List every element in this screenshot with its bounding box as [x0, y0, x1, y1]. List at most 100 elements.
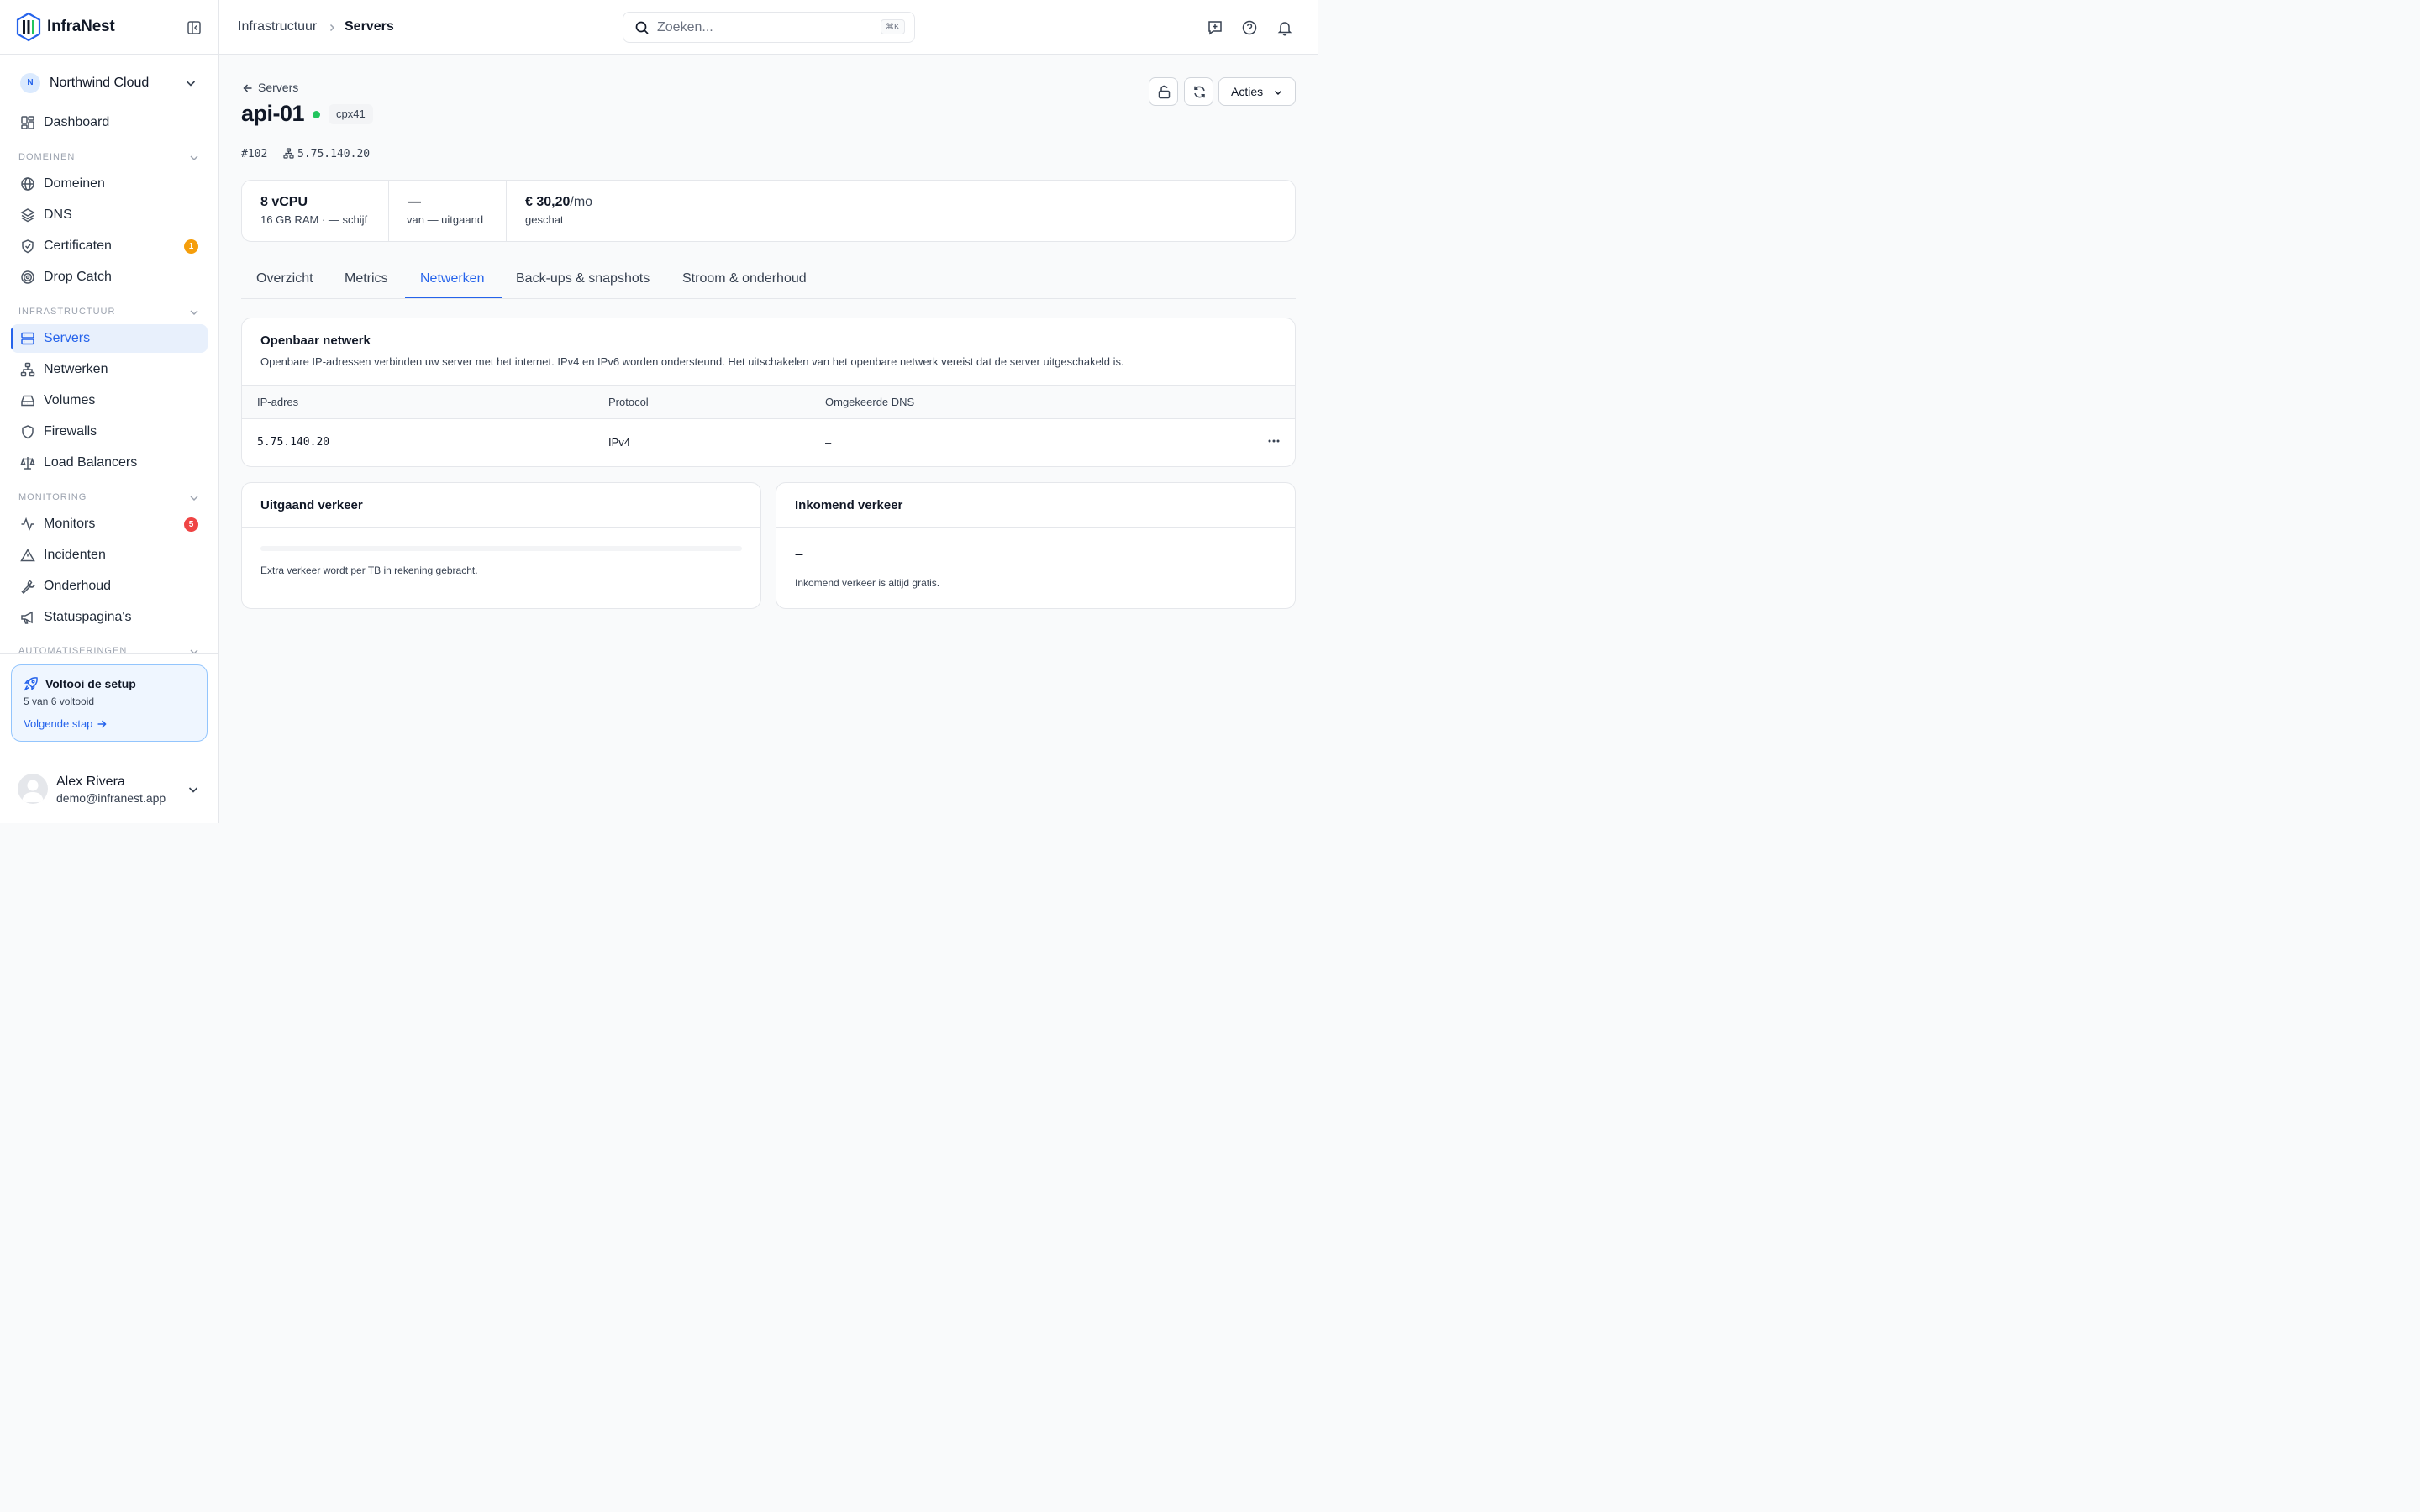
alert-triangle-icon — [20, 548, 35, 563]
sidebar-item-label: Drop Catch — [44, 270, 112, 284]
section-title: DOMEINEN — [18, 152, 76, 162]
tab-netwerken[interactable]: Netwerken — [420, 271, 484, 286]
section-header-domeinen[interactable]: DOMEINEN — [18, 152, 203, 162]
avatar — [18, 774, 48, 804]
chevron-down-icon — [188, 152, 200, 164]
tab-stroom-onderhoud[interactable]: Stroom & onderhoud — [682, 271, 807, 286]
scale-icon — [20, 455, 35, 470]
traffic-note: Extra verkeer wordt per TB in rekening g… — [260, 564, 478, 576]
more-horizontal-icon[interactable] — [1267, 434, 1281, 448]
sidebar-item-load-balancers[interactable]: Load Balancers — [11, 449, 208, 477]
stat-traffic: — van — uitgaand — [389, 181, 507, 241]
shield-icon — [20, 424, 35, 439]
unlock-icon — [1158, 85, 1171, 99]
card-description: Openbare IP-adressen verbinden uw server… — [260, 355, 1124, 368]
user-name: Alex Rivera — [56, 774, 125, 789]
setup-title: Voltooi de setup — [45, 677, 136, 690]
sidebar-item-dashboard[interactable]: Dashboard — [11, 108, 208, 137]
section-title: AUTOMATISERINGEN — [18, 646, 128, 653]
card-title: Uitgaand verkeer — [260, 498, 363, 512]
sidebar-item-label: Netwerken — [44, 362, 108, 376]
server-icon — [20, 331, 35, 346]
sidebar-item-drop-catch[interactable]: Drop Catch — [11, 263, 208, 291]
breadcrumb-servers: Servers — [345, 19, 394, 34]
activity-icon — [20, 517, 35, 532]
sidebar-item-servers[interactable]: Servers — [11, 324, 208, 353]
app-name: InfraNest — [47, 18, 115, 35]
megaphone-icon — [20, 610, 35, 625]
stat-sub: 16 GB RAM · — schijf — [260, 213, 368, 226]
sidebar-item-label: Incidenten — [44, 548, 106, 562]
user-menu[interactable]: Alex Rivera demo@infranest.app — [0, 753, 218, 823]
target-icon — [20, 270, 35, 285]
search-input[interactable]: Zoeken... ⌘K — [623, 12, 915, 43]
sidebar-item-incidenten[interactable]: Incidenten — [11, 541, 208, 570]
org-switcher[interactable]: N Northwind Cloud — [11, 67, 208, 99]
section-header-automatiseringen[interactable]: AUTOMATISERINGEN — [18, 646, 203, 653]
traffic-progress-bar — [260, 546, 742, 551]
section-header-infrastructuur[interactable]: INFRASTRUCTUUR — [18, 307, 203, 317]
sidebar-item-dns[interactable]: DNS — [11, 201, 208, 229]
sidebar-item-onderhoud[interactable]: Onderhoud — [11, 572, 208, 601]
sidebar: InfraNest N Northwind Cloud Dashboard DO… — [0, 0, 219, 823]
rocket-icon — [24, 676, 39, 691]
setup-progress: 5 van 6 voltooid — [24, 696, 95, 707]
sidebar-item-certificaten[interactable]: Certificaten 1 — [11, 232, 208, 260]
breadcrumb-infrastructuur[interactable]: Infrastructuur — [238, 19, 317, 34]
outgoing-traffic-card: Uitgaand verkeer Extra verkeer wordt per… — [241, 482, 761, 609]
tab-metrics[interactable]: Metrics — [345, 271, 388, 286]
section-header-monitoring[interactable]: MONITORING — [18, 492, 203, 502]
feedback-icon[interactable] — [1207, 19, 1223, 36]
arrow-right-icon — [96, 718, 108, 730]
next-step-link[interactable]: Volgende stap — [24, 717, 108, 730]
rdns-cell: – — [825, 436, 832, 449]
server-ip[interactable]: 5.75.140.20 — [283, 148, 370, 160]
protocol-cell: IPv4 — [608, 436, 631, 449]
sidebar-item-firewalls[interactable]: Firewalls — [11, 417, 208, 446]
sidebar-item-label: Onderhoud — [44, 579, 112, 593]
divider — [776, 527, 1295, 528]
divider — [0, 653, 218, 654]
bell-icon[interactable] — [1276, 19, 1293, 36]
status-indicator — [313, 111, 320, 118]
sidebar-item-label: Servers — [44, 331, 91, 345]
unlock-button[interactable] — [1149, 77, 1178, 106]
section-title: MONITORING — [18, 492, 87, 502]
sidebar-item-label: Firewalls — [44, 424, 97, 438]
refresh-icon — [1194, 86, 1205, 98]
stat-value: 8 vCPU — [260, 195, 308, 209]
ip-address-cell: 5.75.140.20 — [257, 436, 330, 449]
server-stats: 8 vCPU 16 GB RAM · — schijf — van — uitg… — [241, 180, 1296, 242]
sidebar-item-monitors[interactable]: Monitors 5 — [11, 510, 208, 538]
help-icon[interactable] — [1241, 19, 1258, 36]
hard-drive-icon — [20, 393, 35, 408]
collapse-sidebar-icon[interactable] — [187, 20, 202, 35]
sidebar-item-volumes[interactable]: Volumes — [11, 386, 208, 415]
stat-resources: 8 vCPU 16 GB RAM · — schijf — [242, 181, 388, 241]
chevron-down-icon — [188, 646, 200, 653]
network-icon — [20, 362, 35, 377]
actions-dropdown[interactable]: Acties — [1218, 77, 1296, 106]
network-icon — [283, 148, 294, 159]
search-placeholder: Zoeken... — [657, 20, 713, 34]
server-ip-value: 5.75.140.20 — [297, 148, 371, 160]
traffic-note: Inkomend verkeer is altijd gratis. — [795, 577, 940, 589]
sidebar-item-label: Domeinen — [44, 176, 105, 191]
back-link[interactable]: Servers — [242, 81, 298, 94]
stat-cost: € 30,20/mo geschat — [507, 181, 759, 241]
server-id: #102 — [241, 148, 268, 160]
refresh-button[interactable] — [1184, 77, 1213, 106]
tab-backups-snapshots[interactable]: Back-ups & snapshots — [516, 271, 650, 286]
tab-overzicht[interactable]: Overzicht — [256, 271, 313, 286]
dashboard-icon — [20, 115, 35, 130]
public-network-card: Openbaar netwerk Openbare IP-adressen ve… — [241, 318, 1296, 467]
active-tab-indicator — [405, 297, 502, 298]
org-name: Northwind Cloud — [50, 76, 150, 90]
count-badge: 1 — [184, 239, 198, 254]
sidebar-item-label: Monitors — [44, 517, 96, 531]
sidebar-item-domeinen[interactable]: Domeinen — [11, 170, 208, 198]
sidebar-item-netwerken[interactable]: Netwerken — [11, 355, 208, 384]
card-title: Inkomend verkeer — [795, 498, 903, 512]
stat-value: — — [408, 195, 421, 209]
sidebar-item-statuspaginas[interactable]: Statuspagina's — [11, 603, 208, 632]
